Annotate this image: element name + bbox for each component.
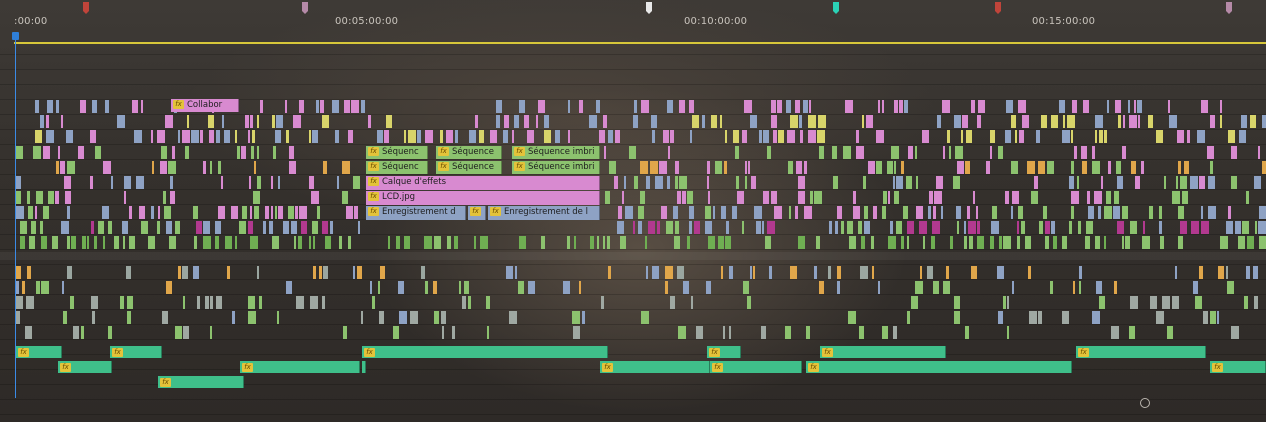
clip-screen-recording[interactable]: fx Enregistrement de l bbox=[488, 206, 600, 220]
audio-clip[interactable]: fx bbox=[820, 346, 946, 358]
audio-clip[interactable] bbox=[362, 361, 366, 373]
fx-icon: fx bbox=[1078, 348, 1089, 357]
clip-screen-recording[interactable]: fx bbox=[468, 206, 486, 220]
clip-sequence-nested[interactable]: fx Séquence imbri bbox=[512, 146, 600, 159]
clip-sequence-nested[interactable]: fx Séquence imbri bbox=[512, 161, 600, 174]
audio-clip[interactable]: fx bbox=[240, 361, 360, 373]
fx-icon: fx bbox=[368, 207, 379, 216]
fx-icon: fx bbox=[709, 348, 720, 357]
fx-icon: fx bbox=[173, 100, 184, 109]
clip-label: Collabor bbox=[187, 100, 223, 110]
clip-label: Séquenc bbox=[382, 162, 419, 172]
fx-icon: fx bbox=[822, 348, 833, 357]
fx-icon: fx bbox=[470, 207, 481, 216]
fx-icon: fx bbox=[602, 363, 613, 372]
clip-label: Calque d'effets bbox=[382, 177, 447, 187]
fx-icon: fx bbox=[438, 147, 449, 156]
fx-icon: fx bbox=[112, 348, 123, 357]
audio-clip[interactable]: fx bbox=[707, 346, 741, 358]
fx-icon: fx bbox=[368, 147, 379, 156]
audio-clip[interactable]: fx bbox=[16, 346, 62, 358]
audio-clip[interactable]: fx bbox=[158, 376, 244, 388]
clip-label: Séquenc bbox=[382, 147, 419, 157]
clip-screen-recording[interactable]: fx Enregistrement d bbox=[366, 206, 466, 220]
fx-icon: fx bbox=[1212, 363, 1223, 372]
clip-sequence-nested[interactable]: fx Séquence bbox=[436, 161, 502, 174]
fx-icon: fx bbox=[160, 378, 171, 387]
fx-icon: fx bbox=[438, 162, 449, 171]
clip-label: Séquence imbri bbox=[528, 147, 595, 157]
audio-clip[interactable]: fx bbox=[1210, 361, 1266, 373]
clip-label: Enregistrement de l bbox=[504, 207, 588, 217]
fx-icon: fx bbox=[60, 363, 71, 372]
audio-clip[interactable]: fx bbox=[806, 361, 1072, 373]
clip-layer: fx Collabor fx Séquenc fx Séquence fx Sé… bbox=[0, 0, 1266, 422]
audio-clip[interactable]: fx bbox=[710, 361, 802, 373]
fx-icon: fx bbox=[808, 363, 819, 372]
fx-icon: fx bbox=[368, 177, 379, 186]
clip-label: Enregistrement d bbox=[382, 207, 456, 217]
clip-label: Séquence bbox=[452, 147, 494, 157]
clip-collabor[interactable]: fx Collabor bbox=[171, 99, 239, 112]
clip-label: LCD.jpg bbox=[382, 192, 416, 202]
fx-icon: fx bbox=[18, 348, 29, 357]
fx-icon: fx bbox=[368, 192, 379, 201]
clip-sequence-nested[interactable]: fx Séquence bbox=[436, 146, 502, 159]
fx-icon: fx bbox=[368, 162, 379, 171]
audio-clip[interactable]: fx bbox=[58, 361, 112, 373]
fx-icon: fx bbox=[364, 348, 375, 357]
fx-icon: fx bbox=[490, 207, 501, 216]
fx-icon: fx bbox=[514, 147, 525, 156]
clip-lcd-image[interactable]: fx LCD.jpg bbox=[366, 191, 600, 205]
audio-clip[interactable]: fx bbox=[1076, 346, 1206, 358]
clip-label: Séquence bbox=[452, 162, 494, 172]
audio-clip[interactable]: fx bbox=[110, 346, 162, 358]
fx-icon: fx bbox=[242, 363, 253, 372]
fx-icon: fx bbox=[712, 363, 723, 372]
playhead-line[interactable] bbox=[15, 40, 16, 398]
clip-label: Séquence imbri bbox=[528, 162, 595, 172]
clip-sequence-nested[interactable]: fx Séquenc bbox=[366, 161, 428, 174]
fx-icon: fx bbox=[514, 162, 525, 171]
settings-gear-icon[interactable] bbox=[1140, 398, 1150, 408]
audio-clip[interactable]: fx bbox=[362, 346, 608, 358]
audio-clip[interactable]: fx bbox=[600, 361, 710, 373]
clip-adjustment-layer[interactable]: fx Calque d'effets bbox=[366, 176, 600, 190]
clip-sequence-nested[interactable]: fx Séquenc bbox=[366, 146, 428, 159]
